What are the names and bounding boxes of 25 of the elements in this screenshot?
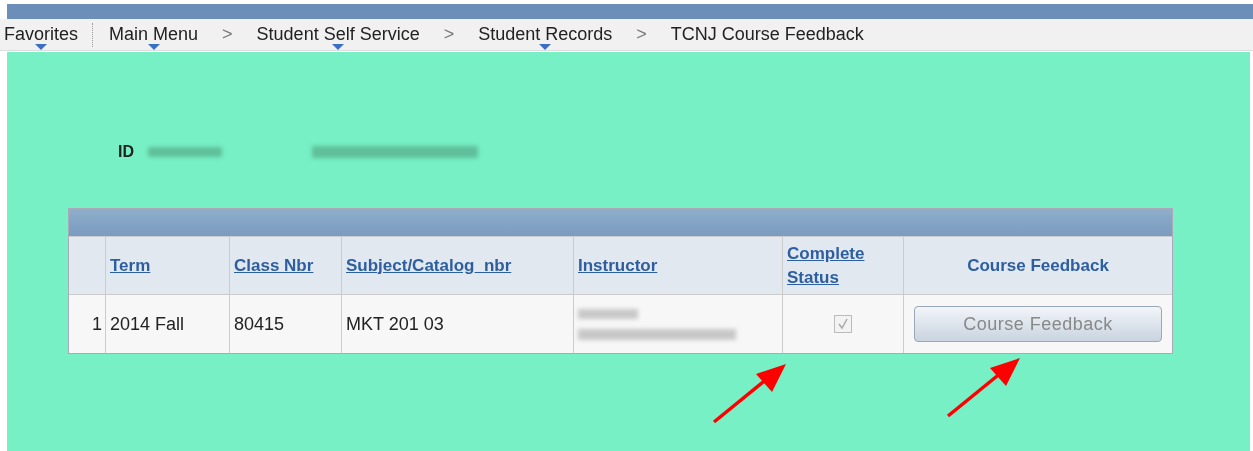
breadcrumb-link[interactable]: Main Menu	[105, 19, 203, 50]
sortable-column-header[interactable]: Complete Status	[787, 241, 899, 290]
sortable-column-header[interactable]: Class Nbr	[234, 253, 314, 278]
breadcrumb-link[interactable]: TCNJ Course Feedback	[666, 19, 868, 50]
breadcrumb-separator: >	[443, 23, 455, 46]
dropdown-marker-icon	[539, 44, 552, 50]
breadcrumb-separator: >	[636, 23, 647, 46]
dropdown-marker-icon	[147, 44, 160, 50]
table-cell: 2014 Fall	[106, 295, 230, 353]
breadcrumb-link[interactable]: Student Records	[474, 19, 617, 50]
breadcrumb-link[interactable]: Student Self Service	[252, 19, 424, 50]
column-header: Course Feedback	[967, 254, 1109, 277]
sortable-column-header[interactable]: Term	[110, 253, 151, 278]
breadcrumb-separator: >	[222, 23, 233, 46]
row-number: 1	[69, 295, 106, 353]
breadcrumb-link[interactable]: Favorites	[0, 19, 83, 50]
dropdown-marker-icon	[332, 44, 345, 50]
checkmark-icon	[837, 318, 849, 330]
id-label: ID	[118, 142, 134, 162]
table-cell: MKT 201 03	[342, 295, 574, 353]
redacted-text	[578, 308, 638, 319]
sortable-column-header[interactable]: Subject/Catalog_nbr	[346, 253, 512, 278]
table-cell: 80415	[230, 295, 342, 353]
sortable-column-header[interactable]: Instructor	[578, 253, 658, 278]
dropdown-marker-icon	[35, 44, 47, 50]
